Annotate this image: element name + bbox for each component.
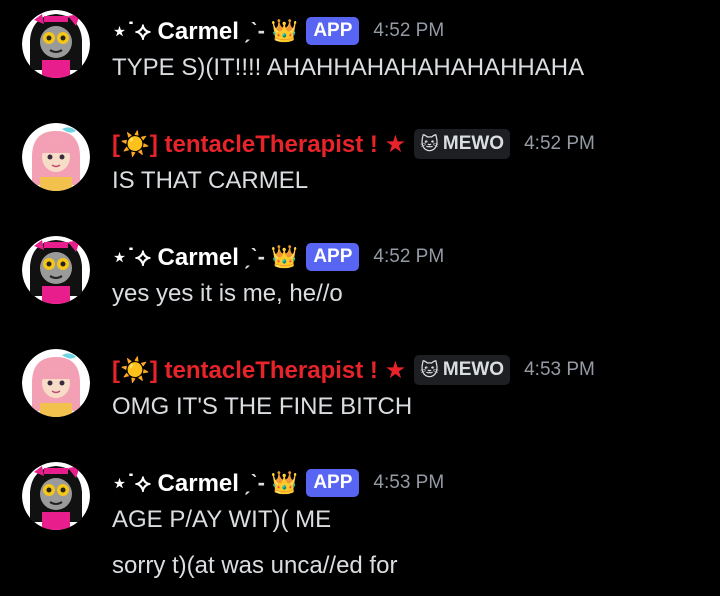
- message-header: ⋆˙⟡ Carmel ˏˋ- 👑 APP 4:52 PM: [112, 241, 444, 273]
- timestamp[interactable]: 4:53 PM: [373, 472, 444, 494]
- badge-label: MEWO: [442, 359, 505, 380]
- message-header: [☀️] tentacleTherapist ! ★ 🐱 MEWO 4:53 P…: [112, 354, 595, 386]
- crown-icon: 👑: [270, 18, 299, 43]
- squiggle-decoration: ˏˋ-: [242, 18, 265, 43]
- message-text: yes yes it is me, he//o: [112, 280, 343, 307]
- mewo-badge[interactable]: 🐱 MEWO: [414, 355, 511, 385]
- troll-girl-icon: [22, 10, 90, 78]
- author-name[interactable]: [☀️] tentacleTherapist ! ★: [112, 130, 406, 159]
- message-text: AGE P/AY WIT)( ME: [112, 506, 332, 533]
- message-header: ⋆˙⟡ Carmel ˏˋ- 👑 APP 4:52 PM: [112, 15, 444, 47]
- carmel-avatar[interactable]: [22, 462, 90, 530]
- squiggle-decoration: ˏˋ-: [242, 470, 265, 495]
- author-name[interactable]: [☀️] tentacleTherapist ! ★: [112, 356, 406, 385]
- pink-hair-girl-icon: [22, 123, 90, 191]
- cat-icon: 🐱: [420, 359, 439, 380]
- app-badge[interactable]: APP: [306, 469, 360, 497]
- pink-hair-girl-icon: [22, 349, 90, 417]
- message-text: TYPE S)(IT!!!! AHAHHAHAHAHAHAHHAHA: [112, 54, 585, 81]
- timestamp[interactable]: 4:52 PM: [373, 20, 444, 42]
- timestamp[interactable]: 4:52 PM: [524, 133, 595, 155]
- badge-label: MEWO: [442, 133, 505, 154]
- carmel-avatar[interactable]: [22, 10, 90, 78]
- message-text: OMG IT'S THE FINE BITCH: [112, 393, 413, 420]
- app-badge[interactable]: APP: [306, 243, 360, 271]
- tentacle-avatar[interactable]: [22, 123, 90, 191]
- squiggle-decoration: ˏˋ-: [242, 244, 265, 269]
- message-text: sorry t)(at was unca//ed for: [112, 552, 398, 579]
- timestamp[interactable]: 4:53 PM: [524, 359, 595, 381]
- timestamp[interactable]: 4:52 PM: [373, 246, 444, 268]
- cat-icon: 🐱: [420, 133, 439, 154]
- author-name[interactable]: ⋆˙⟡ Carmel: [112, 17, 239, 46]
- troll-girl-icon: [22, 236, 90, 304]
- crown-icon: 👑: [270, 244, 299, 269]
- message-header: [☀️] tentacleTherapist ! ★ 🐱 MEWO 4:52 P…: [112, 128, 595, 160]
- tentacle-avatar[interactable]: [22, 349, 90, 417]
- message-header: ⋆˙⟡ Carmel ˏˋ- 👑 APP 4:53 PM: [112, 467, 444, 499]
- mewo-badge[interactable]: 🐱 MEWO: [414, 129, 511, 159]
- author-name[interactable]: ⋆˙⟡ Carmel: [112, 469, 239, 498]
- app-badge[interactable]: APP: [306, 17, 360, 45]
- troll-girl-icon: [22, 462, 90, 530]
- author-name[interactable]: ⋆˙⟡ Carmel: [112, 243, 239, 272]
- crown-icon: 👑: [270, 470, 299, 495]
- message-text: IS THAT CARMEL: [112, 167, 309, 194]
- carmel-avatar[interactable]: [22, 236, 90, 304]
